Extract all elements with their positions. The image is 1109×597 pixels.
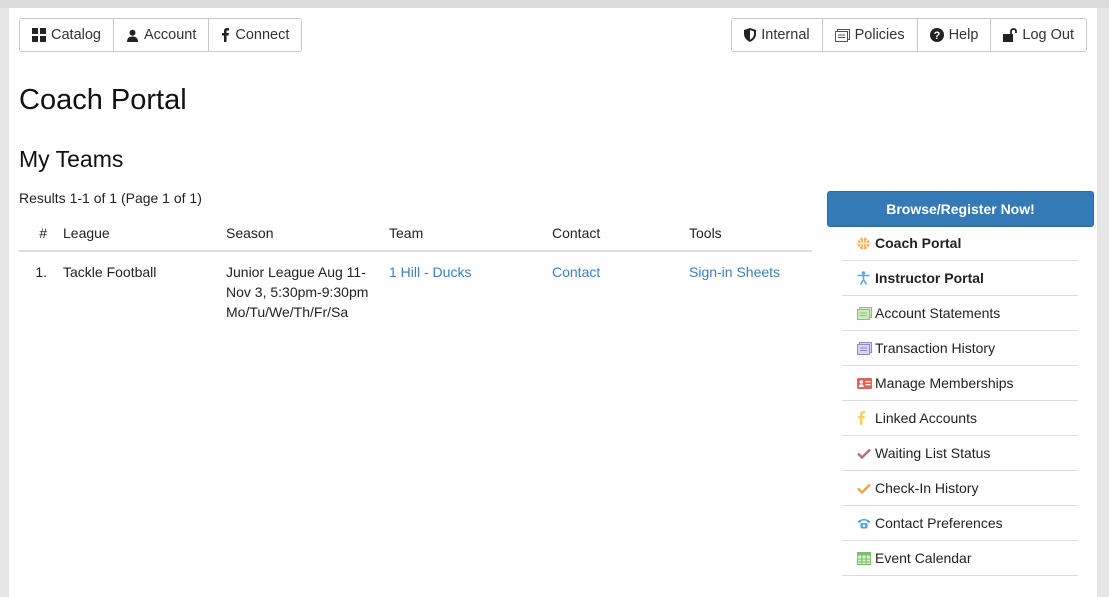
page-container: Catalog Account Connect Internal Policie…	[9, 8, 1097, 597]
sidebar-item-transaction-history[interactable]: Transaction History	[842, 331, 1078, 366]
help-label: Help	[948, 27, 979, 43]
sidebar-item-label: Check-In History	[875, 480, 979, 496]
id-card-icon	[857, 377, 875, 389]
sidebar-item-label: Event Calendar	[875, 550, 972, 566]
team-link[interactable]: 1 Hill - Ducks	[389, 264, 471, 280]
help-button[interactable]: ? Help	[916, 19, 991, 51]
receipt-icon	[857, 341, 875, 355]
sidebar-item-account-statements[interactable]: Account Statements	[842, 296, 1078, 331]
nav-left-group: Catalog Account Connect	[19, 18, 303, 52]
signin-sheets-link[interactable]: Sign-in Sheets	[689, 264, 780, 280]
col-league: League	[57, 221, 220, 252]
calendar-icon	[857, 551, 875, 565]
facebook-icon	[857, 411, 875, 425]
internal-label: Internal	[761, 27, 810, 43]
sidebar-item-contact-preferences[interactable]: Contact Preferences	[842, 506, 1078, 541]
sidebar-item-label: Manage Memberships	[875, 375, 1014, 391]
contact-link[interactable]: Contact	[552, 264, 600, 280]
browser-top-strip	[0, 0, 1109, 8]
col-contact: Contact	[546, 221, 683, 252]
catalog-button[interactable]: Catalog	[20, 19, 113, 51]
shield-icon	[744, 28, 757, 42]
phone-icon	[857, 518, 875, 529]
sidebar-item-label: Transaction History	[875, 340, 996, 356]
user-icon	[126, 29, 139, 42]
browse-register-button[interactable]: Browse/Register Now!	[827, 191, 1094, 227]
col-tools: Tools	[683, 221, 812, 252]
grid-icon	[32, 28, 46, 42]
sidebar-item-label: Instructor Portal	[875, 270, 984, 286]
connect-label: Connect	[235, 27, 290, 43]
policies-label: Policies	[854, 27, 905, 43]
season-line: Mo/Tu/We/Th/Fr/Sa	[226, 304, 349, 320]
document-icon	[834, 28, 850, 42]
account-label: Account	[143, 27, 197, 43]
basketball-icon	[857, 237, 875, 250]
sidebar-item-instructor-portal[interactable]: Instructor Portal	[842, 261, 1078, 296]
sidebar-item-event-calendar[interactable]: Event Calendar	[842, 541, 1078, 576]
unlock-icon	[1003, 28, 1018, 42]
sidebar-item-waiting-list-status[interactable]: Waiting List Status	[842, 436, 1078, 471]
row-number: 1.	[35, 264, 47, 280]
sidebar-item-linked-accounts[interactable]: Linked Accounts	[842, 401, 1078, 436]
sidebar-item-label: Contact Preferences	[875, 515, 1003, 531]
col-team: Team	[383, 221, 546, 252]
sidebar-item-label: Waiting List Status	[875, 445, 991, 461]
results-summary: Results 1-1 of 1 (Page 1 of 1)	[19, 190, 202, 206]
check-icon	[857, 448, 875, 459]
sidebar-item-coach-portal[interactable]: Coach Portal	[842, 226, 1078, 261]
sidebar-item-manage-memberships[interactable]: Manage Memberships	[842, 366, 1078, 401]
row-league: Tackle Football	[63, 264, 157, 280]
person-icon	[857, 271, 875, 285]
account-button[interactable]: Account	[112, 19, 208, 51]
sidebar-item-label: Account Statements	[875, 305, 1001, 321]
table-row: 1. Tackle Football Junior League Aug 11-…	[19, 251, 812, 332]
season-line: Nov 3, 5:30pm-9:30pm	[226, 284, 369, 300]
sidebar-item-label: Coach Portal	[875, 235, 962, 251]
teams-table: # League Season Team Contact Tools 1. Ta…	[19, 221, 812, 332]
question-icon: ?	[929, 28, 944, 42]
svg-text:?: ?	[933, 30, 940, 42]
row-season: Junior League Aug 11- Nov 3, 5:30pm-9:30…	[220, 251, 383, 332]
nav-right-group: Internal Policies ? Help Log Out	[731, 18, 1087, 52]
check-icon	[857, 483, 875, 494]
logout-button[interactable]: Log Out	[990, 19, 1086, 51]
statement-icon	[857, 306, 875, 320]
col-season: Season	[220, 221, 383, 252]
connect-button[interactable]: Connect	[208, 19, 301, 51]
facebook-icon	[221, 28, 230, 42]
sidebar-item-label: Linked Accounts	[875, 410, 977, 426]
policies-button[interactable]: Policies	[821, 19, 917, 51]
table-header-row: # League Season Team Contact Tools	[19, 221, 812, 252]
sidebar-item-check-in-history[interactable]: Check-In History	[842, 471, 1078, 506]
page-title: Coach Portal	[19, 84, 187, 116]
col-number: #	[19, 221, 57, 252]
section-title: My Teams	[19, 146, 124, 172]
internal-button[interactable]: Internal	[732, 19, 821, 51]
catalog-label: Catalog	[51, 27, 101, 43]
logout-label: Log Out	[1022, 27, 1074, 43]
season-line: Junior League Aug 11-	[226, 264, 366, 280]
sidebar-menu: Coach Portal Instructor Portal Account S…	[842, 226, 1078, 576]
